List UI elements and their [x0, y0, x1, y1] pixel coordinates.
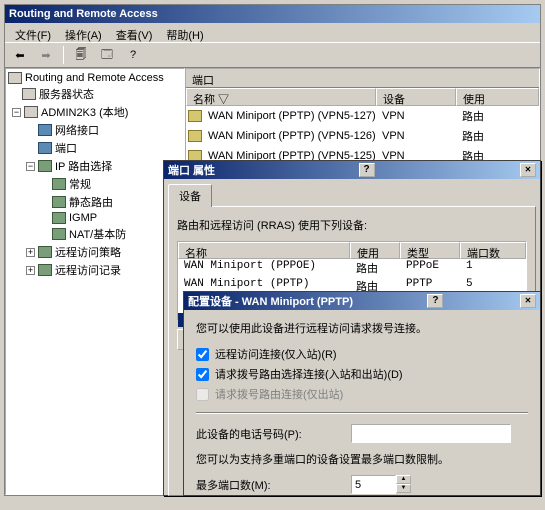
help-icon[interactable]: ? — [122, 45, 144, 65]
server-icon — [22, 88, 36, 100]
tab-strip: 设备 — [164, 179, 540, 206]
policy-icon — [38, 246, 52, 258]
col-name[interactable]: 名称 ▽ — [186, 88, 376, 106]
col-device[interactable]: 设备 — [376, 88, 456, 106]
remote-access-checkbox-row[interactable]: 远程访问连接(仅入站)(R) — [196, 346, 528, 362]
tree-igmp[interactable]: IGMP — [8, 211, 182, 225]
console-icon — [8, 72, 22, 84]
list-row[interactable]: WAN Miniport (PPTP) (VPN5-127)VPN路由 — [186, 106, 539, 126]
device-columns: 名称 使用 类型 端口数 — [178, 242, 526, 259]
col-use[interactable]: 使用 — [456, 88, 539, 106]
max-port-label: 最多端口数(M): — [196, 477, 351, 493]
device-intro-label: 路由和远程访问 (RRAS) 使用下列设备: — [177, 217, 527, 233]
help-button[interactable]: ? — [427, 294, 443, 308]
dev-col-use[interactable]: 使用 — [350, 242, 400, 259]
igmp-icon — [52, 212, 66, 224]
tree-admin[interactable]: −ADMIN2K3 (本地) — [8, 103, 182, 121]
dlg1-title: 端口 属性 — [168, 162, 215, 178]
menu-action[interactable]: 操作(A) — [59, 25, 108, 40]
outbound-only-checkbox-row: 请求拨号路由连接(仅出站) — [196, 386, 528, 402]
dlg2-body: 您可以使用此设备进行远程访问请求拨号连接。 远程访问连接(仅入站)(R) 请求拨… — [184, 310, 540, 510]
expand-icon[interactable]: + — [26, 248, 35, 257]
tree-log[interactable]: +远程访问记录 — [8, 261, 182, 279]
close-button[interactable]: ✕ — [520, 163, 536, 177]
refresh-icon[interactable]: 🗐 — [70, 45, 92, 65]
intro-text: 您可以使用此设备进行远程访问请求拨号连接。 — [196, 320, 528, 336]
collapse-icon[interactable]: − — [26, 162, 35, 171]
server-icon — [24, 106, 38, 118]
log-icon — [38, 264, 52, 276]
max-port-desc: 您可以为支持多重端口的设备设置最多端口数限制。 — [196, 451, 528, 467]
tree-net-iface[interactable]: 网络接口 — [8, 121, 182, 139]
tree-general[interactable]: 常规 — [8, 175, 182, 193]
tree-server-status[interactable]: 服务器状态 — [8, 85, 182, 103]
collapse-icon[interactable]: − — [12, 108, 21, 117]
back-button[interactable]: ⬅ — [9, 45, 31, 65]
max-port-input[interactable] — [351, 475, 396, 494]
menu-view[interactable]: 查看(V) — [110, 25, 159, 40]
menu-file[interactable]: 文件(F) — [9, 25, 57, 40]
static-icon — [52, 196, 66, 208]
menu-bar: 文件(F) 操作(A) 查看(V) 帮助(H) — [5, 23, 540, 42]
demand-dial-checkbox-row[interactable]: 请求拨号路由选择连接(入站和出站)(D) — [196, 366, 528, 382]
tree-policy[interactable]: +远程访问策略 — [8, 243, 182, 261]
list-title: 端口 — [186, 69, 539, 88]
dlg2-titlebar[interactable]: 配置设备 - WAN Miniport (PPTP) ? ✕ — [184, 292, 540, 310]
list-row[interactable]: WAN Miniport (PPTP) (VPN5-126)VPN路由 — [186, 126, 539, 146]
phone-label: 此设备的电话号码(P): — [196, 426, 351, 442]
help-button[interactable]: ? — [359, 163, 375, 177]
max-port-row: 最多端口数(M): ▲ ▼ — [196, 475, 528, 494]
dev-col-type[interactable]: 类型 — [400, 242, 460, 259]
tree-ports[interactable]: 端口 — [8, 139, 182, 157]
toolbar-sep — [63, 46, 64, 64]
remote-access-checkbox[interactable] — [196, 348, 209, 361]
nat-icon — [52, 228, 66, 240]
separator — [196, 412, 528, 414]
app-title: Routing and Remote Access — [9, 8, 158, 20]
forward-button: ➡ — [35, 45, 57, 65]
list-columns: 名称 ▽ 设备 使用 — [186, 88, 539, 106]
phone-row: 此设备的电话号码(P): — [196, 424, 528, 443]
spin-up-icon[interactable]: ▲ — [396, 475, 411, 484]
spin-down-icon[interactable]: ▼ — [396, 484, 411, 493]
outbound-only-checkbox — [196, 388, 209, 401]
main-titlebar: Routing and Remote Access — [5, 5, 540, 23]
tree-root[interactable]: Routing and Remote Access — [8, 71, 182, 85]
dlg1-titlebar[interactable]: 端口 属性 ? ✕ — [164, 161, 540, 179]
menu-help[interactable]: 帮助(H) — [160, 25, 209, 40]
demand-dial-checkbox[interactable] — [196, 368, 209, 381]
device-row[interactable]: WAN Miniport (PPPOE)路由PPPoE1 — [178, 259, 526, 277]
tree-static[interactable]: 静态路由 — [8, 193, 182, 211]
routing-icon — [38, 160, 52, 172]
max-port-spinner[interactable]: ▲ ▼ — [351, 475, 411, 494]
dlg2-title: 配置设备 - WAN Miniport (PPTP) — [188, 293, 353, 309]
properties-icon[interactable]: 🗔 — [96, 45, 118, 65]
toolbar: ⬅ ➡ 🗐 🗔 ? — [5, 42, 540, 68]
dev-col-ports[interactable]: 端口数 — [460, 242, 526, 259]
port-icon — [188, 110, 202, 122]
expand-icon[interactable]: + — [26, 266, 35, 275]
tree-pane[interactable]: Routing and Remote Access 服务器状态 −ADMIN2K… — [5, 68, 185, 495]
phone-input[interactable] — [351, 424, 511, 443]
configure-device-dialog: 配置设备 - WAN Miniport (PPTP) ? ✕ 您可以使用此设备进… — [183, 291, 541, 496]
general-icon — [52, 178, 66, 190]
ports-icon — [38, 142, 52, 154]
tree-ip-routing[interactable]: −IP 路由选择 — [8, 157, 182, 175]
close-button[interactable]: ✕ — [520, 294, 536, 308]
tree-nat[interactable]: NAT/基本防 — [8, 225, 182, 243]
port-icon — [188, 130, 202, 142]
dev-col-name[interactable]: 名称 — [178, 242, 350, 259]
net-icon — [38, 124, 52, 136]
tab-device[interactable]: 设备 — [168, 184, 212, 207]
